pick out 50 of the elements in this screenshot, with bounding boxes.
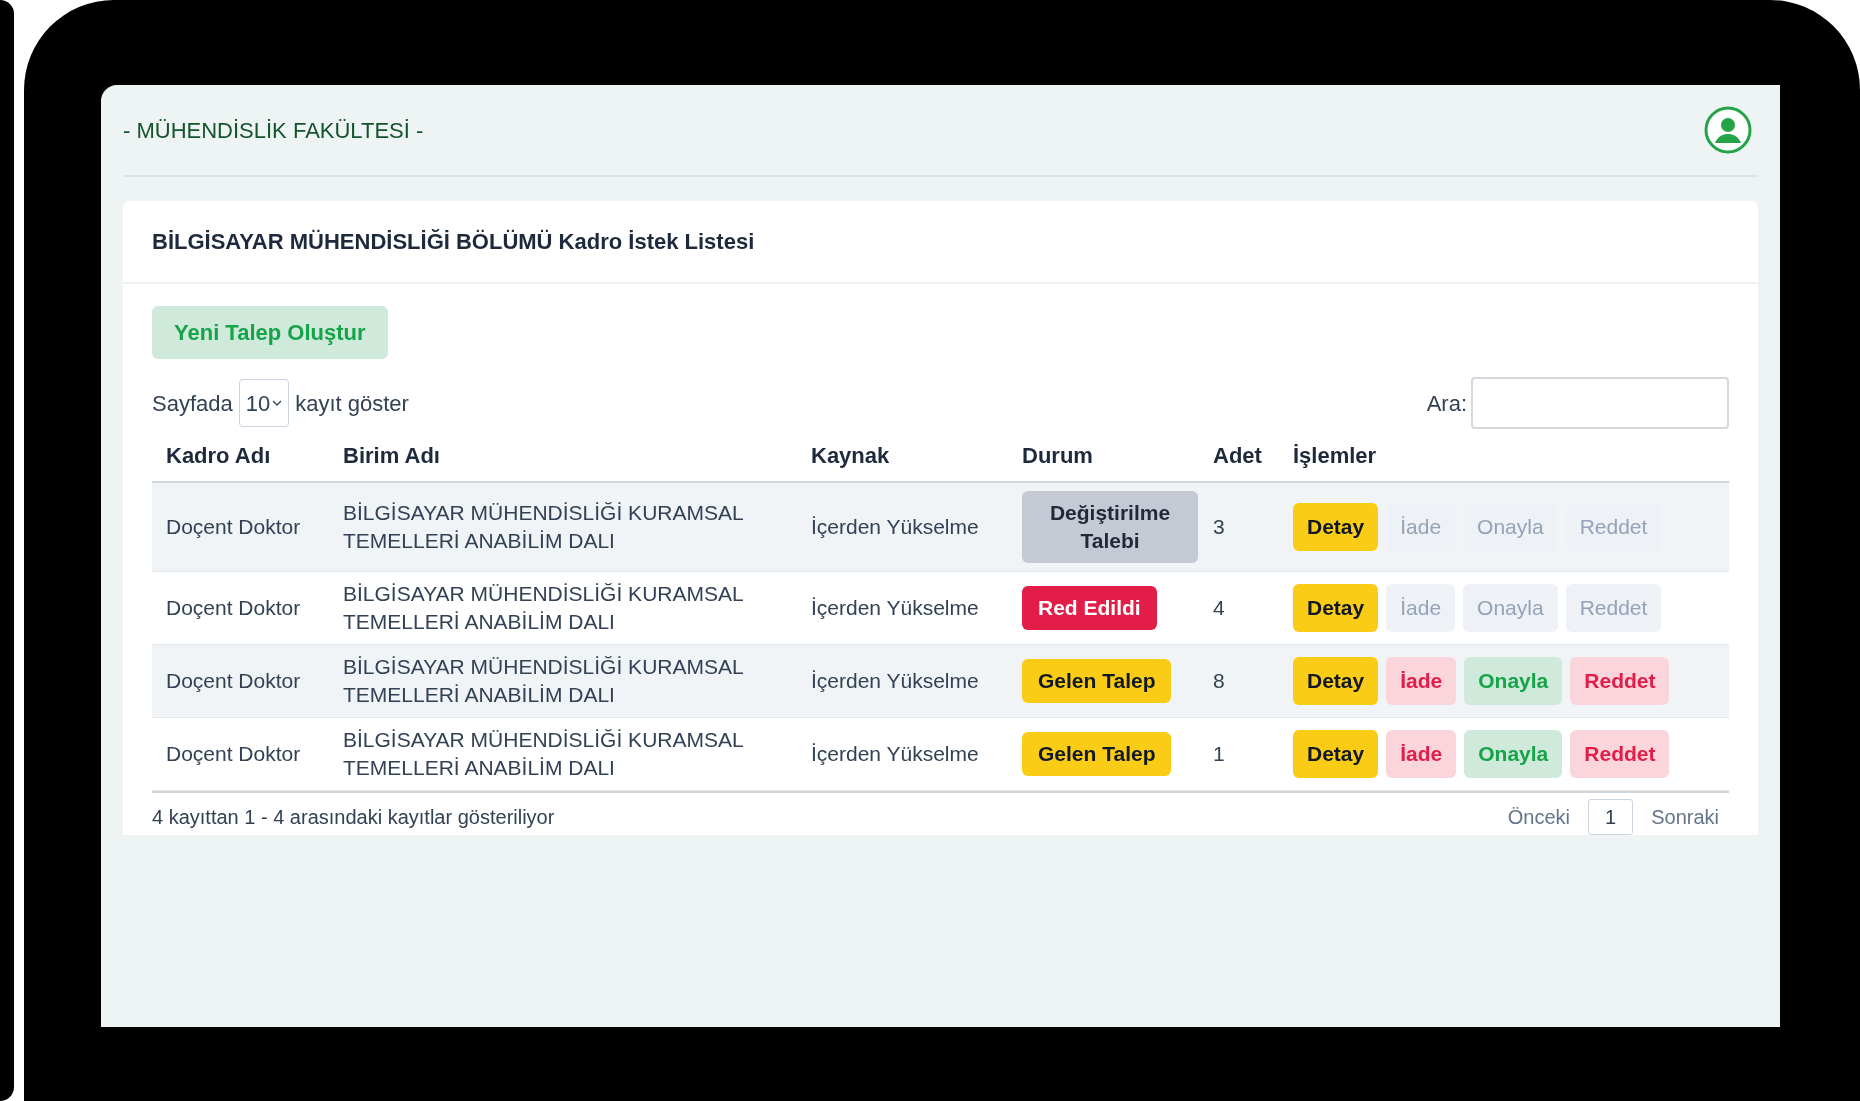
chevron-down-icon xyxy=(272,399,283,407)
status-badge: Gelen Talep xyxy=(1022,659,1172,703)
status-badge: Red Edildi xyxy=(1022,586,1157,630)
action-button[interactable]: Detay xyxy=(1293,657,1379,705)
action-button[interactable]: Reddet xyxy=(1570,657,1670,705)
action-button[interactable]: Detay xyxy=(1293,584,1379,632)
search-field[interactable] xyxy=(1471,377,1729,429)
table-cell-text: Doçent Doktor xyxy=(166,741,302,768)
column-header: Kadro Adı xyxy=(166,441,272,470)
action-button[interactable]: Detay xyxy=(1293,503,1379,551)
table-cell-text: 8 xyxy=(1213,668,1226,695)
action-button[interactable]: İade xyxy=(1386,657,1457,705)
table-cell-text: İçerden Yükselme xyxy=(811,514,980,541)
column-header: İşlemler xyxy=(1293,441,1378,470)
length-label: Sayfada xyxy=(152,389,233,418)
table-cell-text: BİLGİSAYAR MÜHENDİSLİĞİ KURAMSAL TEMELLERİ ANABİLİM DALI xyxy=(343,500,744,554)
action-button[interactable]: Onayla xyxy=(1464,730,1563,778)
table-cell-text: 4 xyxy=(1213,595,1226,622)
table-cell-text: 3 xyxy=(1213,514,1226,541)
table-cell-text: BİLGİSAYAR MÜHENDİSLİĞİ KURAMSAL TEMELLERİ ANABİLİM DALI xyxy=(343,654,744,708)
table-cell-text: 1 xyxy=(1213,741,1226,768)
new-request-button[interactable]: Yeni Talep Oluştur xyxy=(152,306,388,359)
table-cell-text: BİLGİSAYAR MÜHENDİSLİĞİ KURAMSAL TEMELLERİ ANABİLİM DALI xyxy=(343,581,744,635)
status-badge: Gelen Talep xyxy=(1022,732,1172,776)
column-header: Durum xyxy=(1022,441,1094,470)
column-header: Kaynak xyxy=(811,441,891,470)
column-header: Adet xyxy=(1213,441,1263,470)
action-button[interactable]: Detay xyxy=(1293,730,1379,778)
table-cell-text: İçerden Yükselme xyxy=(811,741,980,768)
table-info: 4 kayıttan 1 - 4 arasındaki kayıtlar gösteriliyor xyxy=(152,805,555,830)
user-avatar-icon[interactable] xyxy=(1704,106,1752,154)
action-button[interactable]: Onayla xyxy=(1464,657,1563,705)
table-cell-text: İçerden Yükselme xyxy=(811,595,980,622)
next-page-button[interactable]: Sonraki xyxy=(1641,802,1729,832)
page-button[interactable]: 1 xyxy=(1588,799,1634,835)
length-label: kayıt göster xyxy=(295,389,409,418)
card-title: BİLGİSAYAR MÜHENDİSLİĞİ BÖLÜMÜ Kadro İstek Listesi xyxy=(123,201,1758,284)
table-cell-text: Doçent Doktor xyxy=(166,595,302,622)
table-cell-text: Doçent Doktor xyxy=(166,514,302,541)
table-cell-text: İçerden Yükselme xyxy=(811,668,980,695)
table-cell-text: Doçent Doktor xyxy=(166,668,302,695)
action-button[interactable]: Reddet xyxy=(1570,730,1670,778)
status-badge: Değiştirilme Talebi xyxy=(1022,491,1198,563)
search-label: Ara: xyxy=(1426,389,1467,418)
previous-page-button[interactable]: Önceki xyxy=(1497,802,1581,832)
table-cell-text: BİLGİSAYAR MÜHENDİSLİĞİ KURAMSAL TEMELLERİ ANABİLİM DALI xyxy=(343,727,744,781)
action-button[interactable]: İade xyxy=(1386,730,1457,778)
faculty-title: - MÜHENDİSLİK FAKÜLTESİ - xyxy=(123,116,424,145)
column-header: Birim Adı xyxy=(343,441,441,470)
page-size-select[interactable]: 10 xyxy=(238,379,290,427)
